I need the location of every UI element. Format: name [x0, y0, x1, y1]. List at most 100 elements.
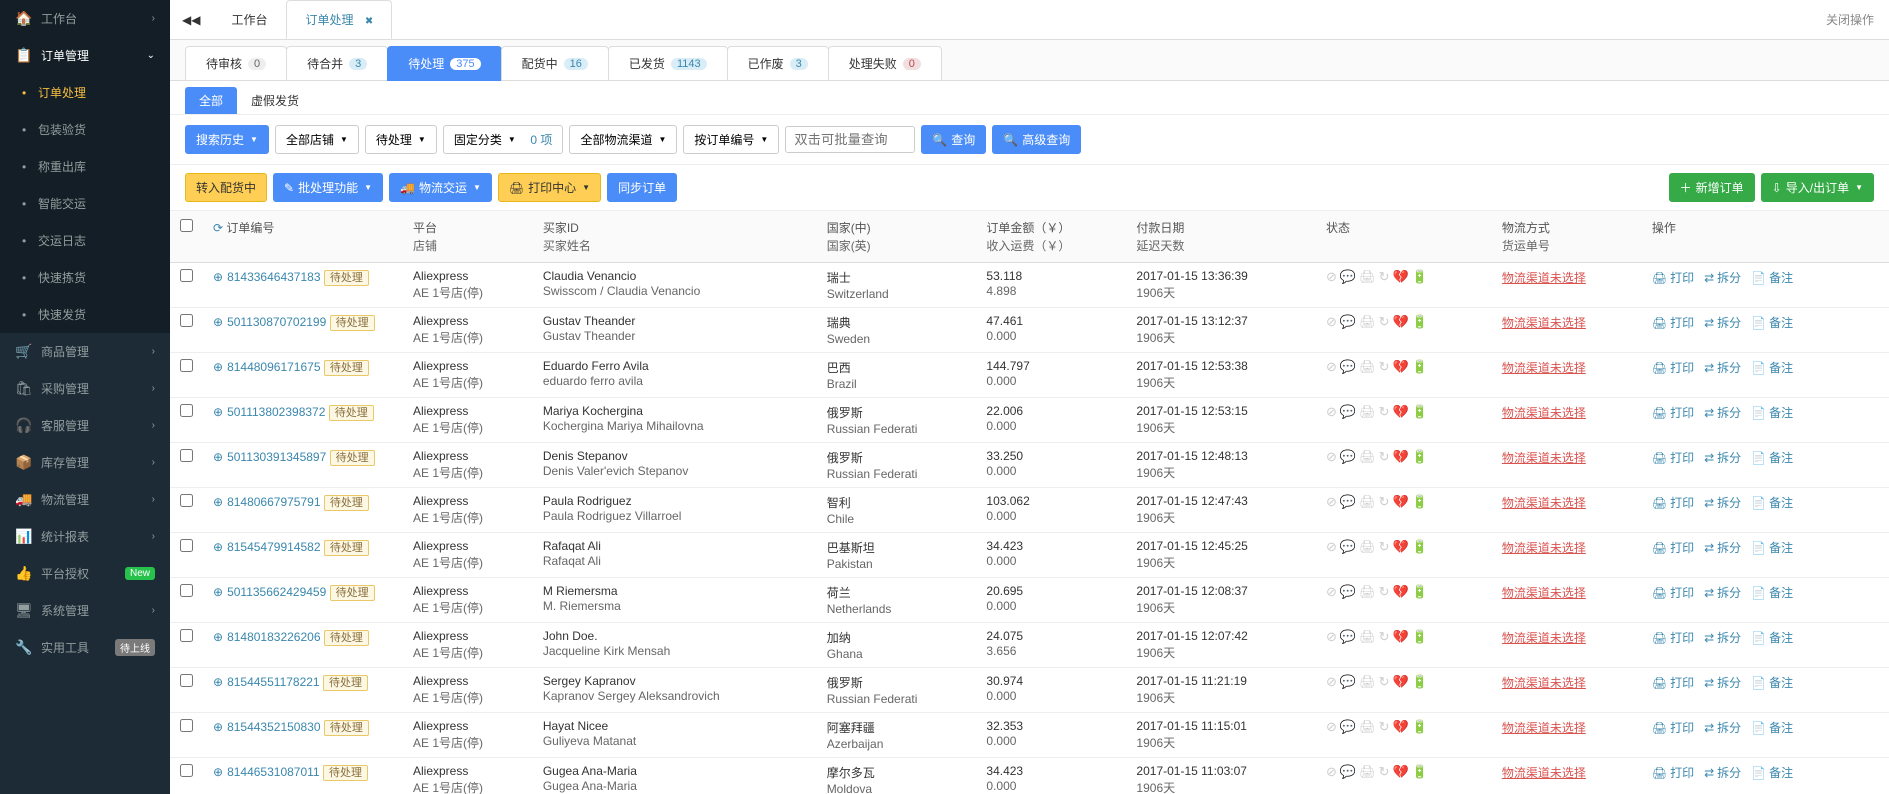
status-tab[interactable]: 已作废3	[727, 46, 829, 81]
order-link[interactable]: ⊕ 81480183226206	[213, 630, 321, 644]
print-action[interactable]: 🖨打印	[1652, 404, 1694, 421]
split-action[interactable]: ⇄拆分	[1704, 314, 1741, 331]
tab-workspace[interactable]: 工作台	[212, 0, 286, 39]
logistics-warning[interactable]: 物流渠道未选择	[1502, 631, 1586, 645]
logistics-warning[interactable]: 物流渠道未选择	[1502, 586, 1586, 600]
sidebar-item[interactable]: 🛒商品管理›	[0, 333, 170, 370]
sidebar-sub-item[interactable]: 交运日志	[0, 222, 170, 259]
remark-action[interactable]: 📄备注	[1751, 629, 1793, 646]
sidebar-item[interactable]: 🖥系统管理›	[0, 592, 170, 629]
order-link[interactable]: ⊕ 501130870702199	[213, 315, 326, 329]
sync-order-button[interactable]: 同步订单	[607, 173, 677, 202]
row-checkbox[interactable]	[180, 494, 193, 507]
status-tab[interactable]: 待处理375	[387, 46, 501, 81]
split-action[interactable]: ⇄拆分	[1704, 449, 1741, 466]
row-checkbox[interactable]	[180, 314, 193, 327]
logistics-warning[interactable]: 物流渠道未选择	[1502, 361, 1586, 375]
add-order-button[interactable]: ＋新增订单	[1669, 173, 1755, 202]
sidebar-item[interactable]: 🚚物流管理›	[0, 481, 170, 518]
logistics-warning[interactable]: 物流渠道未选择	[1502, 676, 1586, 690]
sidebar-item[interactable]: 📋订单管理⌄	[0, 37, 170, 74]
remark-action[interactable]: 📄备注	[1751, 764, 1793, 781]
to-distribution-button[interactable]: 转入配货中	[185, 173, 267, 202]
searchby-select[interactable]: 按订单编号▼	[683, 125, 779, 154]
sidebar-item[interactable]: 📦库存管理›	[0, 444, 170, 481]
print-action[interactable]: 🖨打印	[1652, 629, 1694, 646]
logistics-warning[interactable]: 物流渠道未选择	[1502, 316, 1586, 330]
row-checkbox[interactable]	[180, 764, 193, 777]
remark-action[interactable]: 📄备注	[1751, 314, 1793, 331]
status-tab[interactable]: 待合并3	[286, 46, 388, 81]
order-link[interactable]: ⊕ 501130391345897	[213, 450, 326, 464]
remark-action[interactable]: 📄备注	[1751, 404, 1793, 421]
store-select[interactable]: 全部店铺▼	[275, 125, 359, 154]
remark-action[interactable]: 📄备注	[1751, 359, 1793, 376]
category-select[interactable]: 固定分类▼ 0 项	[443, 125, 564, 154]
print-center-button[interactable]: 🖨 打印中心 ▼	[498, 173, 601, 202]
adv-query-button[interactable]: 🔍 高级查询	[992, 125, 1081, 154]
order-link[interactable]: ⊕ 501135662429459	[213, 585, 326, 599]
import-export-button[interactable]: ⇩ 导入/出订单 ▼	[1761, 173, 1874, 202]
filter-tab[interactable]: 虚假发货	[237, 87, 313, 114]
filter-tab[interactable]: 全部	[185, 87, 237, 114]
logistics-warning[interactable]: 物流渠道未选择	[1502, 496, 1586, 510]
status-tab[interactable]: 已发货1143	[608, 46, 728, 81]
row-checkbox[interactable]	[180, 584, 193, 597]
print-action[interactable]: 🖨打印	[1652, 764, 1694, 781]
split-action[interactable]: ⇄拆分	[1704, 764, 1741, 781]
print-action[interactable]: 🖨打印	[1652, 359, 1694, 376]
sidebar-collapse-icon[interactable]: ◀◀	[170, 13, 212, 27]
remark-action[interactable]: 📄备注	[1751, 674, 1793, 691]
row-checkbox[interactable]	[180, 539, 193, 552]
split-action[interactable]: ⇄拆分	[1704, 584, 1741, 601]
split-action[interactable]: ⇄拆分	[1704, 494, 1741, 511]
print-action[interactable]: 🖨打印	[1652, 269, 1694, 286]
status-tab[interactable]: 配货中16	[501, 46, 609, 81]
print-action[interactable]: 🖨打印	[1652, 314, 1694, 331]
print-action[interactable]: 🖨打印	[1652, 449, 1694, 466]
batch-func-button[interactable]: ✎ 批处理功能 ▼	[273, 173, 383, 202]
tab-order-process[interactable]: 订单处理 ✖	[286, 0, 392, 39]
sidebar-sub-item[interactable]: 订单处理	[0, 74, 170, 111]
order-link[interactable]: ⊕ 81446531087011	[213, 765, 320, 779]
sidebar-item[interactable]: 🔧实用工具待上线	[0, 629, 170, 666]
batch-search-input[interactable]	[785, 126, 915, 153]
channel-select[interactable]: 全部物流渠道▼	[569, 125, 677, 154]
sidebar-sub-item[interactable]: 智能交运	[0, 185, 170, 222]
orders-table-wrap[interactable]: ⟳ 订单编号 平台店铺 买家ID买家姓名 国家(中)国家(英) 订单金额（￥）收…	[170, 211, 1889, 794]
remark-action[interactable]: 📄备注	[1751, 269, 1793, 286]
logistics-warning[interactable]: 物流渠道未选择	[1502, 721, 1586, 735]
remark-action[interactable]: 📄备注	[1751, 584, 1793, 601]
print-action[interactable]: 🖨打印	[1652, 674, 1694, 691]
logistics-warning[interactable]: 物流渠道未选择	[1502, 541, 1586, 555]
order-link[interactable]: ⊕ 81480667975791	[213, 495, 321, 509]
split-action[interactable]: ⇄拆分	[1704, 269, 1741, 286]
split-action[interactable]: ⇄拆分	[1704, 674, 1741, 691]
sidebar-item[interactable]: 🎧客服管理›	[0, 407, 170, 444]
logistics-button[interactable]: 🚚 物流交运 ▼	[389, 173, 492, 202]
split-action[interactable]: ⇄拆分	[1704, 629, 1741, 646]
sidebar-sub-item[interactable]: 称重出库	[0, 148, 170, 185]
search-history-button[interactable]: 搜索历史▼	[185, 125, 269, 154]
sidebar-sub-item[interactable]: 快速拣货	[0, 259, 170, 296]
row-checkbox[interactable]	[180, 269, 193, 282]
print-action[interactable]: 🖨打印	[1652, 584, 1694, 601]
sidebar-item[interactable]: 🏠工作台›	[0, 0, 170, 37]
order-link[interactable]: ⊕ 81544551178221	[213, 675, 320, 689]
row-checkbox[interactable]	[180, 449, 193, 462]
order-link[interactable]: ⊕ 501113802398372	[213, 405, 325, 419]
select-all-checkbox[interactable]	[180, 219, 193, 232]
sidebar-sub-item[interactable]: 快速发货	[0, 296, 170, 333]
sidebar-sub-item[interactable]: 包装验货	[0, 111, 170, 148]
refresh-icon[interactable]: ⟳	[213, 221, 223, 235]
remark-action[interactable]: 📄备注	[1751, 719, 1793, 736]
split-action[interactable]: ⇄拆分	[1704, 404, 1741, 421]
remark-action[interactable]: 📄备注	[1751, 539, 1793, 556]
print-action[interactable]: 🖨打印	[1652, 494, 1694, 511]
order-link[interactable]: ⊕ 81433646437183	[213, 270, 321, 284]
order-link[interactable]: ⊕ 81545479914582	[213, 540, 321, 554]
split-action[interactable]: ⇄拆分	[1704, 539, 1741, 556]
row-checkbox[interactable]	[180, 359, 193, 372]
print-action[interactable]: 🖨打印	[1652, 539, 1694, 556]
sidebar-item[interactable]: 🛍采购管理›	[0, 370, 170, 407]
